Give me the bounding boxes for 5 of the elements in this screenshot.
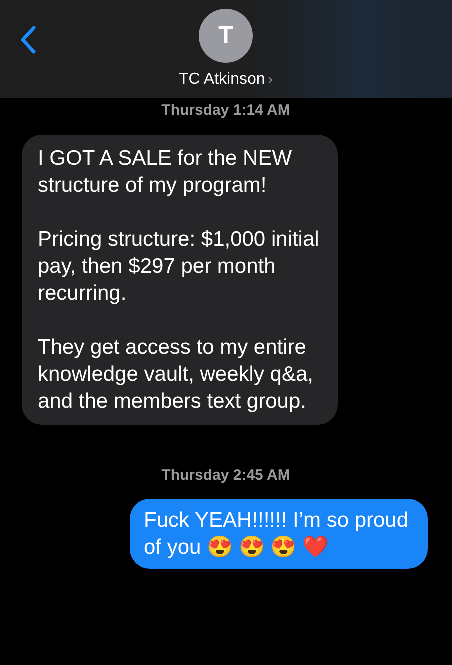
sent-message-bubble: Fuck YEAH!!!!!! I’m so proud of you 😍 😍 😍 ❤ xyxy=(130,499,428,569)
message-timestamp: Thursday 2:45 AM xyxy=(160,466,292,486)
contact-name[interactable]: TC Atkinson › xyxy=(179,68,273,92)
message-timestamp: Thursday 1:14 AM xyxy=(160,101,292,121)
received-message-bubble: I GOT A SALE for the NEW structure of my program! Pricing structure: $1,000 initial pay, then $297 per month recurring. They get access to my entire knowledge vault, weekly q&a, and the members text group. xyxy=(22,134,338,424)
